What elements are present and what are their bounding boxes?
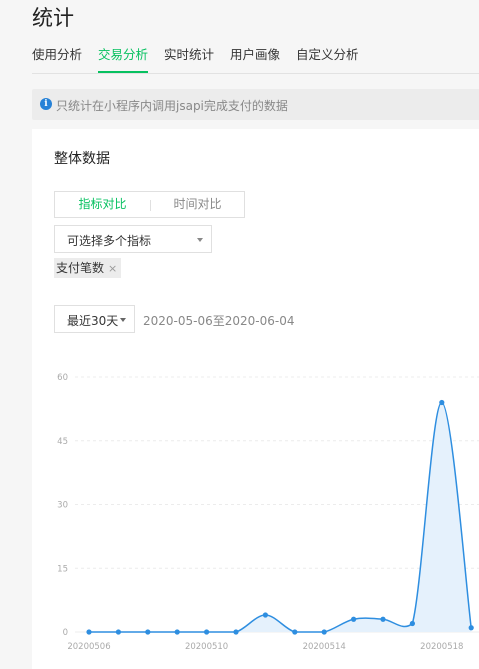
- x-tick-label: 20200514: [303, 642, 346, 652]
- data-point[interactable]: [145, 629, 151, 635]
- y-tick-label: 0: [63, 628, 68, 638]
- data-point[interactable]: [321, 629, 327, 635]
- data-point[interactable]: [204, 629, 210, 635]
- x-tick-label: 20200510: [185, 642, 228, 652]
- data-point[interactable]: [439, 399, 445, 406]
- y-tick-label: 15: [57, 564, 68, 574]
- y-tick-label: 60: [57, 373, 68, 383]
- data-point[interactable]: [468, 625, 474, 631]
- y-tick-label: 45: [57, 437, 68, 447]
- series-area: [89, 402, 472, 632]
- x-tick-label: 20200518: [420, 642, 463, 652]
- data-point[interactable]: [380, 616, 386, 622]
- y-tick-label: 30: [57, 501, 68, 511]
- data-point[interactable]: [233, 629, 239, 635]
- data-point[interactable]: [351, 616, 357, 622]
- data-point[interactable]: [86, 629, 92, 635]
- data-point[interactable]: [174, 629, 180, 635]
- x-tick-label: 20200506: [67, 642, 110, 652]
- series-line: [88, 401, 472, 633]
- data-point[interactable]: [292, 629, 298, 635]
- data-point[interactable]: [115, 629, 121, 635]
- trend-chart: 0 15 30 45 60 20200506 20200510 20200514 2020051…: [57, 373, 479, 652]
- data-point[interactable]: [262, 612, 268, 618]
- data-point[interactable]: [409, 620, 415, 627]
